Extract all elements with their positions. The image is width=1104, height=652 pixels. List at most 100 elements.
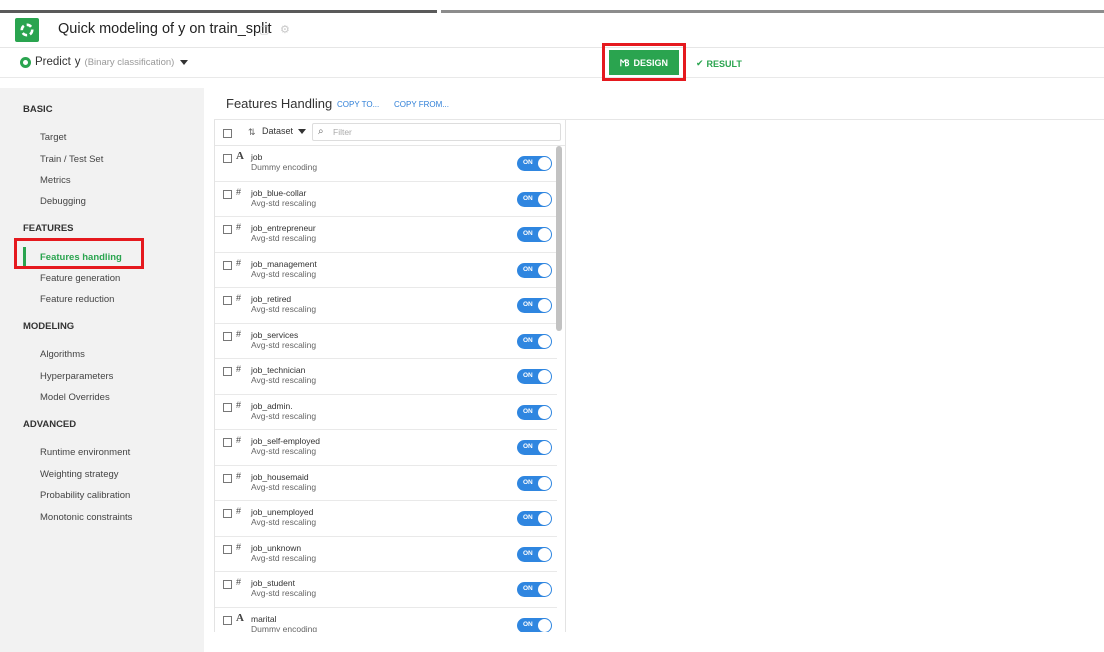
- feature-name[interactable]: job_technician: [251, 365, 305, 375]
- feature-name[interactable]: job_management: [251, 259, 317, 269]
- sidebar-item-probability-calibration[interactable]: Probability calibration: [40, 490, 130, 501]
- toggle-knob: [538, 441, 551, 454]
- feature-handling: Avg-std rescaling: [251, 268, 317, 279]
- copy-icon[interactable]: ▢: [259, 24, 271, 36]
- feature-row[interactable]: # job_student Avg-std rescaling ON: [215, 572, 557, 608]
- feature-toggle[interactable]: ON: [517, 404, 552, 420]
- feature-name[interactable]: marital: [251, 614, 277, 624]
- feature-checkbox[interactable]: [223, 402, 232, 412]
- feature-name[interactable]: job_entrepreneur: [251, 223, 316, 233]
- copy-from-link[interactable]: COPY FROM...: [394, 100, 449, 109]
- sidebar-item-feature-reduction[interactable]: Feature reduction: [40, 294, 114, 305]
- feature-checkbox[interactable]: [223, 260, 232, 270]
- feature-list-scrollbar[interactable]: [556, 146, 562, 331]
- feature-checkbox[interactable]: [223, 615, 232, 625]
- feature-handling: Avg-std rescaling: [251, 446, 317, 456]
- feature-row[interactable]: # job_blue-collar Avg-std rescaling ON: [215, 182, 557, 217]
- sidebar-item-debugging[interactable]: Debugging: [40, 196, 86, 207]
- sort-icon[interactable]: ⇅: [248, 127, 256, 138]
- settings-icon[interactable]: ⚙: [280, 24, 292, 36]
- feature-name[interactable]: job_housemaid: [251, 472, 309, 482]
- feature-checkbox[interactable]: [223, 154, 232, 163]
- feature-toggle[interactable]: ON: [517, 475, 552, 491]
- sidebar-item-runtime-environment[interactable]: Runtime environment: [40, 447, 130, 458]
- feature-toggle[interactable]: ON: [517, 191, 552, 207]
- sidebar-item-monotonic-constraints[interactable]: Monotonic constraints: [40, 512, 132, 523]
- analysis-title[interactable]: Quick modeling of y on train_split: [58, 21, 272, 37]
- feature-toggle[interactable]: ON: [517, 262, 552, 278]
- sidebar-item-algorithms[interactable]: Algorithms: [40, 349, 85, 360]
- feature-name[interactable]: job_admin.: [251, 401, 293, 411]
- feature-name[interactable]: job_retired: [251, 294, 291, 304]
- feature-name[interactable]: job: [251, 152, 262, 162]
- feature-type-icon: A: [236, 150, 244, 162]
- feature-toggle[interactable]: ON: [517, 440, 552, 455]
- feature-checkbox[interactable]: [223, 544, 232, 554]
- feature-row[interactable]: Amarital Dummy encoding ON: [215, 608, 557, 632]
- sidebar-item-feature-generation[interactable]: Feature generation: [40, 273, 120, 284]
- toggle-knob: [538, 157, 551, 170]
- feature-row[interactable]: # job_housemaid Avg-std rescaling ON: [215, 466, 557, 501]
- feature-name[interactable]: job_self-employed: [251, 436, 320, 446]
- feature-toggle[interactable]: ON: [517, 227, 552, 242]
- feature-type-icon: #: [236, 293, 242, 303]
- feature-toggle[interactable]: ON: [517, 333, 552, 349]
- feature-checkbox[interactable]: [223, 580, 232, 589]
- sidebar-item-model-overrides[interactable]: Model Overrides: [40, 392, 110, 403]
- toggle-state: ON: [523, 265, 533, 273]
- feature-checkbox[interactable]: [223, 438, 232, 447]
- feature-toggle[interactable]: ON: [517, 546, 552, 562]
- filter-input[interactable]: ⌕ Filter: [312, 123, 561, 141]
- sidebar-item-weighting-strategy[interactable]: Weighting strategy: [40, 469, 119, 480]
- feature-handling: Avg-std rescaling: [251, 517, 317, 527]
- predict-selector[interactable]: Predict y (Binary classification): [20, 56, 189, 68]
- toggle-knob: [538, 370, 551, 383]
- feature-row[interactable]: # job_unemployed Avg-std rescaling ON: [215, 501, 557, 537]
- sidebar-item-target[interactable]: Target: [40, 132, 66, 143]
- feature-checkbox[interactable]: [223, 509, 232, 518]
- feature-name[interactable]: job_blue-collar: [251, 188, 306, 198]
- feature-row[interactable]: # job_services Avg-std rescaling ON: [215, 324, 557, 359]
- feature-name[interactable]: job_unknown: [251, 543, 301, 553]
- feature-row[interactable]: # job_technician Avg-std rescaling ON: [215, 359, 557, 395]
- feature-checkbox[interactable]: [223, 189, 232, 199]
- sidebar-item-train-test-set[interactable]: Train / Test Set: [40, 154, 103, 165]
- feature-toggle[interactable]: ON: [517, 298, 552, 313]
- sidebar-item-hyperparameters[interactable]: Hyperparameters: [40, 371, 113, 382]
- feature-row[interactable]: Ajob Dummy encoding ON: [215, 146, 557, 182]
- feature-checkbox[interactable]: [223, 367, 232, 376]
- result-tab[interactable]: ✔ RESULT: [696, 58, 742, 69]
- feature-handling: Avg-std rescaling: [251, 552, 317, 563]
- dataiku-bird-icon[interactable]: [15, 18, 39, 42]
- toggle-knob: [538, 547, 551, 561]
- caret-down-icon: [298, 128, 307, 134]
- feature-toggle[interactable]: ON: [517, 511, 552, 526]
- feature-checkbox[interactable]: [223, 225, 232, 234]
- feature-row[interactable]: # job_unknown Avg-std rescaling ON: [215, 537, 557, 572]
- feature-toggle[interactable]: ON: [517, 369, 552, 384]
- feature-rows: Ajob Dummy encoding ON # job_blue-collar Avg-…: [215, 146, 557, 632]
- feature-name[interactable]: job_unemployed: [251, 507, 313, 517]
- feature-checkbox[interactable]: [223, 331, 232, 341]
- design-tab[interactable]: 🝫 DESIGN: [609, 50, 679, 75]
- dataset-sort-select[interactable]: Dataset: [262, 126, 307, 136]
- toggle-state: ON: [523, 194, 533, 202]
- feature-checkbox[interactable]: [223, 296, 232, 305]
- page-title: Features Handling: [226, 96, 333, 111]
- feature-toggle[interactable]: ON: [517, 582, 552, 597]
- feature-row[interactable]: # job_self-employed Avg-std rescaling ON: [215, 430, 557, 466]
- feature-row[interactable]: # job_retired Avg-std rescaling ON: [215, 288, 557, 324]
- feature-toggle[interactable]: ON: [517, 617, 552, 632]
- select-all-checkbox[interactable]: [223, 129, 232, 138]
- feature-name[interactable]: job_student: [251, 578, 295, 588]
- feature-name[interactable]: job_services: [251, 330, 298, 340]
- copy-to-link[interactable]: COPY TO...: [337, 100, 379, 109]
- feature-row[interactable]: # job_entrepreneur Avg-std rescaling ON: [215, 217, 557, 253]
- feature-row[interactable]: # job_management Avg-std rescaling ON: [215, 253, 557, 288]
- toggle-state: ON: [523, 230, 533, 237]
- feature-toggle[interactable]: ON: [517, 156, 552, 171]
- feature-row[interactable]: # job_admin. Avg-std rescaling ON: [215, 395, 557, 430]
- toggle-state: ON: [523, 585, 533, 592]
- feature-checkbox[interactable]: [223, 473, 232, 483]
- sidebar-item-metrics[interactable]: Metrics: [40, 175, 71, 186]
